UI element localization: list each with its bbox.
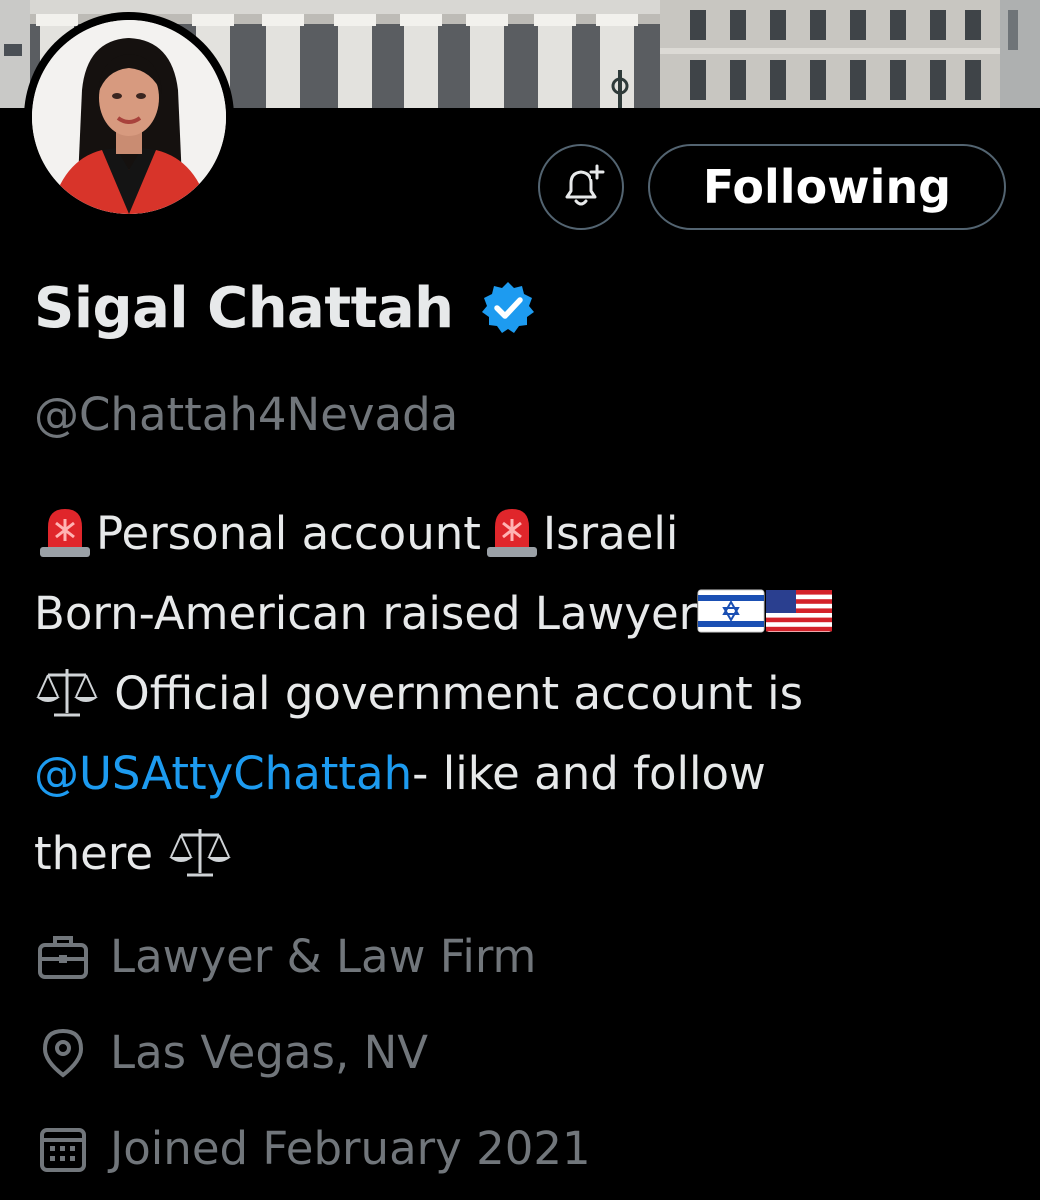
verified-badge-icon[interactable] (480, 280, 536, 336)
profile-joined: Joined February 2021 (34, 1122, 591, 1175)
mention-link[interactable]: @USAttyChattah (34, 747, 412, 800)
joined-text: Joined February 2021 (110, 1122, 591, 1175)
following-button[interactable]: Following (648, 144, 1006, 230)
siren-emoji-icon (40, 509, 90, 557)
name-row: Sigal Chattah (34, 272, 536, 344)
notifications-button[interactable] (538, 144, 624, 230)
location-pin-icon (34, 1028, 92, 1078)
bio-line-4: @USAttyChattah- like and follow (34, 734, 1014, 814)
israel-flag-icon (697, 589, 765, 633)
category-text: Lawyer & Law Firm (110, 930, 537, 983)
location-text: Las Vegas, NV (110, 1026, 429, 1079)
bio-line-2: Born-American raised Lawyer (34, 574, 1014, 654)
bio-text-born: Born-American raised Lawyer (34, 587, 698, 640)
display-name: Sigal Chattah (34, 275, 454, 341)
balance-scale-icon (36, 669, 98, 717)
bio-text-official: Official government account is (100, 667, 804, 720)
bio-text-personal: Personal account (96, 507, 481, 560)
profile-photo (32, 20, 226, 214)
usa-flag-icon (766, 590, 833, 632)
bio-line-3: Official government account is (34, 654, 1014, 734)
profile-category: Lawyer & Law Firm (34, 930, 536, 983)
calendar-icon (34, 1124, 92, 1174)
profile-location: Las Vegas, NV (34, 1026, 428, 1079)
bio-line-5: there (34, 814, 1014, 894)
bio-text-israeli: Israeli (542, 507, 679, 560)
siren-emoji-icon (486, 509, 537, 557)
bell-plus-icon (565, 164, 605, 206)
profile-bio: Personal account Israeli Born-American r… (34, 494, 1014, 894)
avatar[interactable] (24, 12, 234, 222)
bio-text-like: - like and follow (412, 747, 766, 800)
user-handle: @Chattah4Nevada (34, 388, 459, 441)
bio-text-there: there (34, 827, 168, 880)
briefcase-icon (34, 932, 92, 982)
bio-line-1: Personal account Israeli (34, 494, 1014, 574)
balance-scale-icon (169, 829, 232, 877)
